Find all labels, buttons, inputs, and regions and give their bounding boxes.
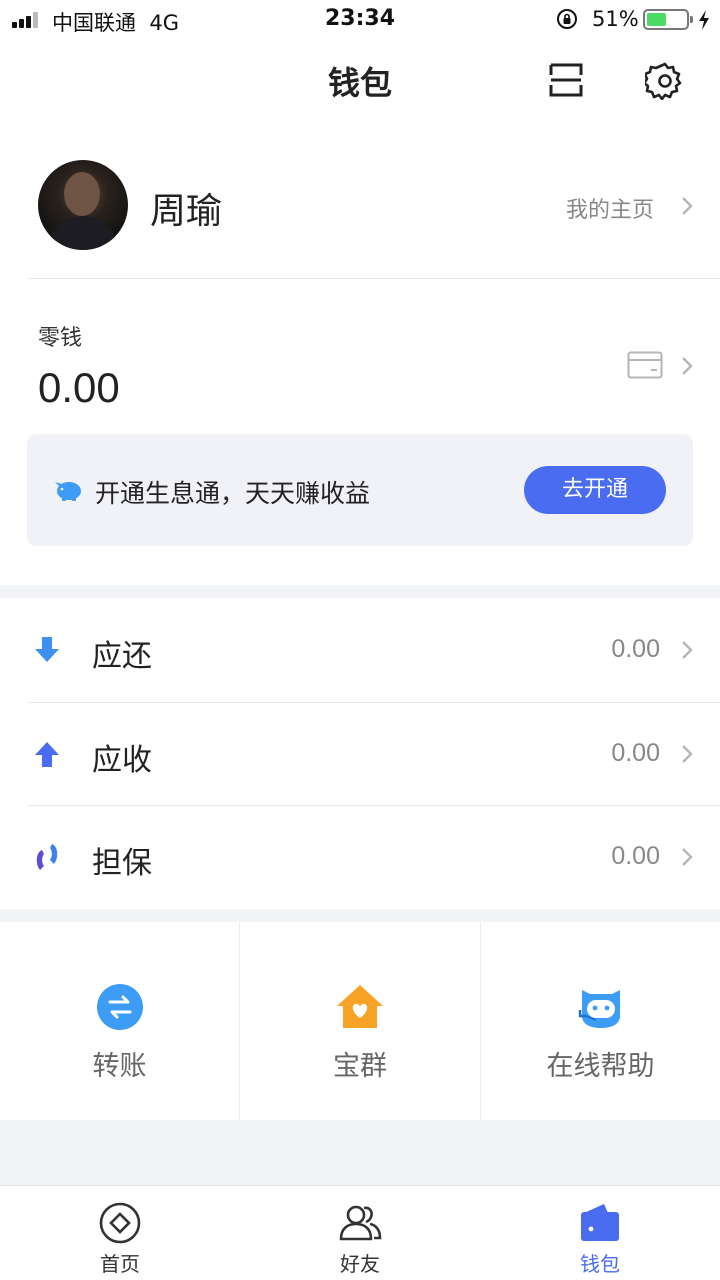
row-guarantee[interactable]: 担保 0.00 xyxy=(0,806,720,909)
shortcut-label: 转账 xyxy=(92,1051,147,1082)
divider xyxy=(28,278,720,279)
page-title: 钱包 xyxy=(327,64,392,102)
row-label: 应还 xyxy=(92,639,152,674)
balance-amount[interactable]: 0.00 xyxy=(38,364,120,412)
row-label: 应收 xyxy=(92,743,152,778)
activate-button[interactable]: 去开通 xyxy=(524,466,666,514)
wallet-icon xyxy=(581,1204,619,1241)
gear-icon[interactable] xyxy=(645,60,685,100)
row-receivable[interactable]: 应收 0.00 xyxy=(0,703,720,806)
battery-percent: 51% xyxy=(592,7,639,31)
balance-label: 零钱 xyxy=(38,326,83,351)
friends-icon xyxy=(339,1205,382,1241)
section-gap xyxy=(0,909,720,922)
shortcut-transfer[interactable]: 转账 xyxy=(0,922,239,1120)
tab-label: 首页 xyxy=(100,1252,140,1276)
piggy-bank-icon xyxy=(55,482,81,501)
row-value: 0.00 xyxy=(611,842,660,870)
chevron-right-icon xyxy=(682,848,693,866)
row-value: 0.00 xyxy=(611,739,660,767)
shortcut-treasure-group[interactable]: 宝群 xyxy=(240,922,480,1120)
charging-bolt-icon xyxy=(699,10,709,30)
chevron-right-icon xyxy=(682,641,693,659)
shortcut-label: 在线帮助 xyxy=(546,1051,655,1082)
avatar[interactable] xyxy=(38,160,128,250)
arrow-up-icon xyxy=(35,742,59,767)
chevron-right-icon xyxy=(682,745,693,763)
my-homepage-link[interactable]: 我的主页 xyxy=(566,192,654,224)
arrow-down-icon xyxy=(35,637,59,662)
chevron-right-icon xyxy=(682,197,693,215)
section-gap xyxy=(0,585,720,598)
chevron-right-icon xyxy=(682,357,693,375)
house-heart-icon xyxy=(337,985,383,1028)
tab-label: 钱包 xyxy=(580,1252,620,1276)
section-gap xyxy=(0,1120,720,1185)
row-payable[interactable]: 应还 0.00 xyxy=(0,599,720,702)
battery-icon xyxy=(643,9,693,30)
shortcut-label: 宝群 xyxy=(333,1051,387,1082)
robot-support-icon xyxy=(578,990,620,1028)
row-label: 担保 xyxy=(92,846,152,881)
bank-card-icon[interactable] xyxy=(627,351,663,379)
transfer-icon xyxy=(97,984,143,1030)
user-name: 周瑜 xyxy=(150,191,223,232)
tab-bar: 首页 好友 钱包 xyxy=(0,1185,720,1280)
home-coin-icon xyxy=(99,1202,141,1244)
rotation-lock-icon xyxy=(557,9,577,29)
tab-friends[interactable]: 好友 xyxy=(240,1186,480,1280)
scan-icon[interactable] xyxy=(547,61,585,99)
guarantee-icon xyxy=(36,844,58,870)
row-value: 0.00 xyxy=(611,635,660,663)
status-bar: 中国联通 4G 23:34 51% xyxy=(0,0,720,40)
shortcut-grid: 转账 宝群 在线帮助 xyxy=(0,922,720,1120)
tab-wallet[interactable]: 钱包 xyxy=(480,1186,720,1280)
shortcut-online-help[interactable]: 在线帮助 xyxy=(481,922,720,1120)
promo-banner[interactable]: 开通生息通，天天赚收益 去开通 xyxy=(27,434,693,546)
tab-label: 好友 xyxy=(340,1252,380,1276)
promo-text: 开通生息通，天天赚收益 xyxy=(95,479,371,508)
tab-home[interactable]: 首页 xyxy=(0,1186,240,1280)
